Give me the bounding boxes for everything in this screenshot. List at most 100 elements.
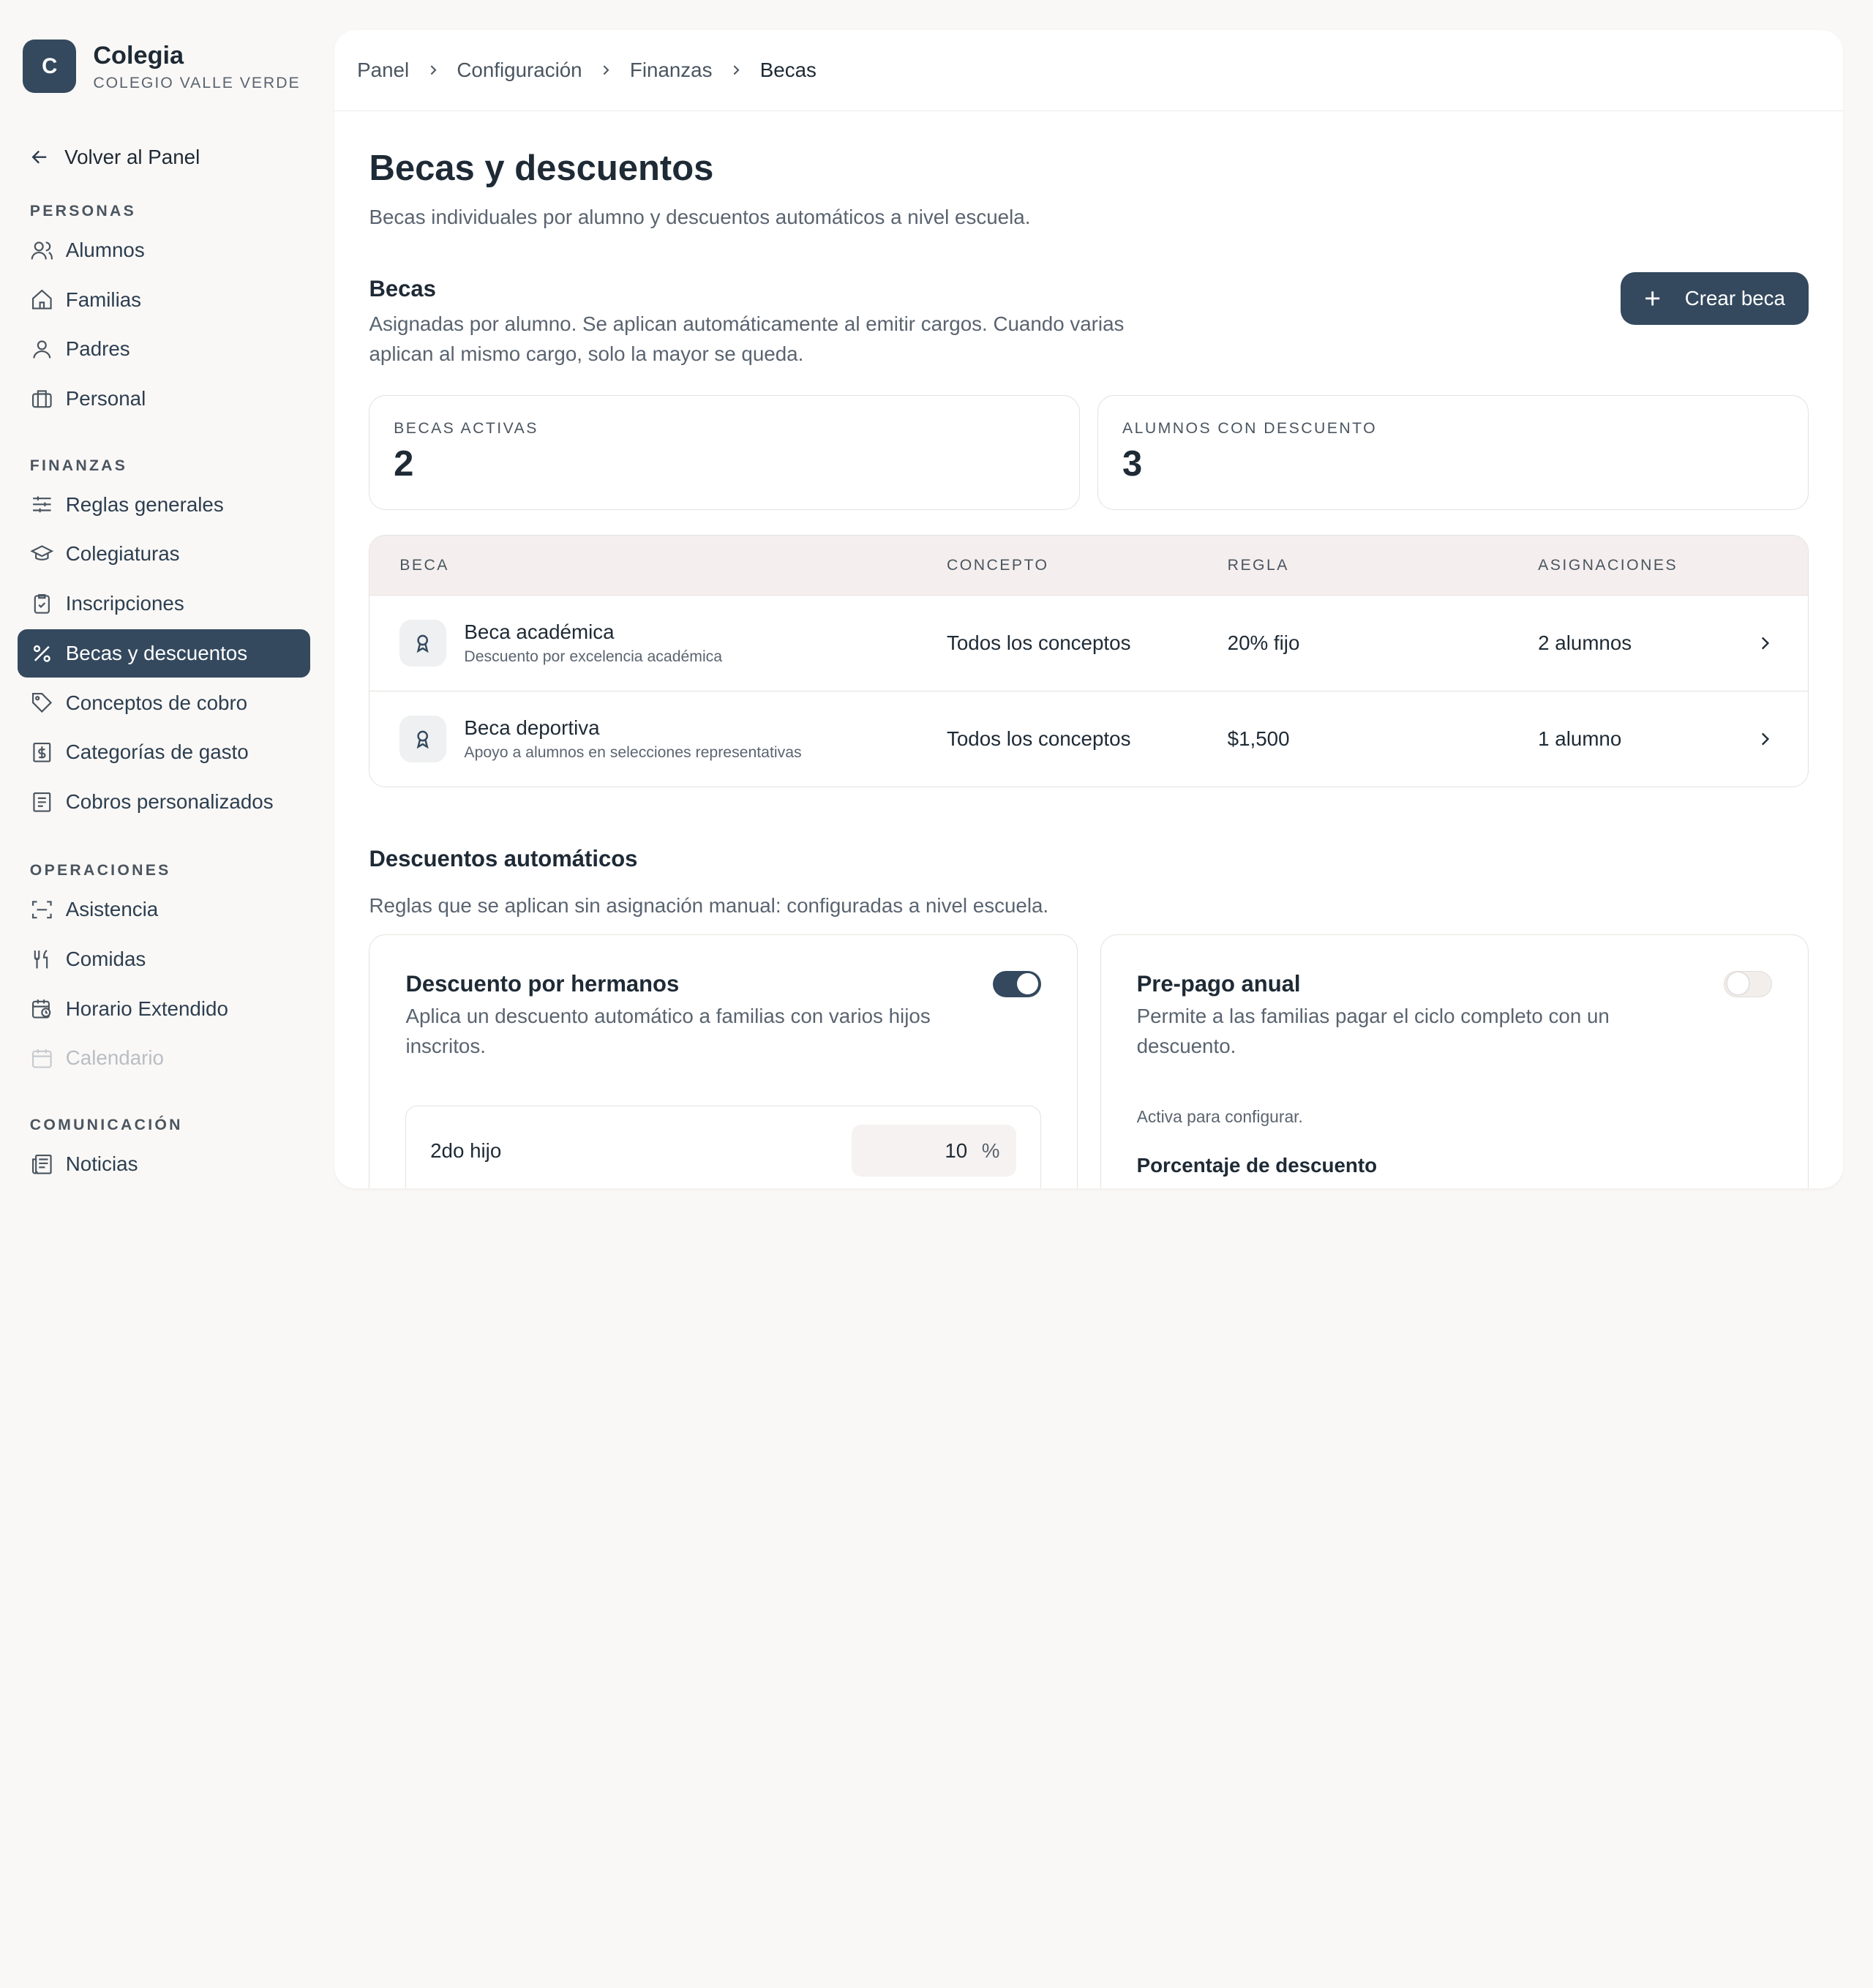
field-label: Porcentaje de descuento	[1136, 1154, 1378, 1177]
chevron-right-icon	[598, 63, 613, 78]
arrow-left-icon	[32, 151, 47, 164]
sidebar-item-cobros-personalizados[interactable]: Cobros personalizados	[18, 779, 310, 826]
discount-title: Pre-pago anual	[1136, 970, 1301, 997]
beca-name: Beca deportiva	[464, 716, 600, 739]
becas-title: Becas	[369, 276, 436, 302]
calendar-clock-icon	[31, 999, 51, 1019]
sidebar-item-asistencia[interactable]: Asistencia	[18, 886, 310, 934]
nav-heading: PERSONAS	[29, 203, 137, 220]
becas-header: Becas Asignadas por alumno. Se aplican a…	[369, 276, 1181, 369]
becas-table: BECA CONCEPTO REGLA ASIGNACIONES Beca ac…	[369, 535, 1809, 787]
sidebar: C Colegia COLEGIO VALLE VERDE Volver al …	[0, 0, 329, 1218]
plus-icon: +	[1644, 282, 1662, 315]
becas-description: Asignadas por alumno. Se aplican automát…	[369, 312, 1125, 365]
beca-description: Apoyo a alumnos en selecciones represent…	[464, 744, 802, 762]
chevron-right-icon	[426, 63, 440, 78]
stat-value: 3	[1122, 444, 1143, 484]
sidebar-item-label: Noticias	[65, 1152, 138, 1175]
stat-label: BECAS ACTIVAS	[394, 420, 538, 438]
sidebar-item-noticias[interactable]: Noticias	[18, 1140, 310, 1188]
sidebar-item-label: Becas y descuentos	[65, 641, 248, 664]
sidebar-item-label: Personal	[65, 387, 146, 410]
calendar-icon	[31, 1049, 52, 1068]
column-header: BECA	[399, 556, 449, 574]
sidebar-item-label: Familias	[65, 288, 142, 311]
nav-section-comunicacion: COMUNICACIÓN Noticias	[18, 1112, 310, 1188]
create-beca-button[interactable]: + Crear beca	[1621, 272, 1809, 326]
back-label: Volver al Panel	[64, 146, 200, 169]
chevron-right-icon[interactable]	[1755, 634, 1774, 653]
utensils-icon	[34, 949, 48, 969]
sidebar-item-label: Conceptos de cobro	[65, 691, 248, 714]
page-subtitle: Becas individuales por alumno y descuent…	[369, 205, 1031, 228]
sidebar-item-colegiaturas[interactable]: Colegiaturas	[18, 530, 310, 578]
nav-section-operaciones: OPERACIONES Asistencia Comidas Horario E…	[18, 858, 310, 1082]
table-row[interactable]: Beca deportiva Apoyo a alumnos en selecc…	[369, 691, 1807, 787]
brand: C Colegia COLEGIO VALLE VERDE	[23, 39, 301, 94]
table-row[interactable]: Beca académica Descuento por excelencia …	[369, 596, 1808, 691]
receipt-dollar-icon	[33, 743, 51, 762]
sidebar-item-personal[interactable]: Personal	[18, 375, 310, 423]
award-icon	[399, 716, 446, 762]
main-panel: Panel Configuración Finanzas Becas Becas…	[334, 29, 1844, 1189]
percent-unit: %	[981, 1139, 1000, 1162]
beca-regla: 20% fijo	[1227, 631, 1300, 654]
sidebar-item-reglas-generales[interactable]: Reglas generales	[18, 481, 310, 528]
hermanos-toggle[interactable]	[993, 970, 1041, 997]
sidebar-item-inscripciones[interactable]: Inscripciones	[18, 580, 310, 628]
tag-icon	[31, 693, 52, 713]
column-header: ASIGNACIONES	[1538, 556, 1678, 574]
sidebar-item-horario-extendido[interactable]: Horario Extendido	[18, 985, 310, 1032]
briefcase-icon	[31, 390, 52, 408]
sidebar-item-label: Alumnos	[65, 238, 145, 261]
sidebar-item-conceptos-cobro[interactable]: Conceptos de cobro	[18, 679, 310, 727]
nav-heading: FINANZAS	[29, 457, 128, 474]
breadcrumb-configuracion[interactable]: Configuración	[457, 59, 582, 82]
brand-logo: C	[23, 39, 77, 94]
percent-icon	[33, 645, 50, 662]
stat-card-alumnos-descuento: ALUMNOS CON DESCUENTO 3	[1097, 395, 1809, 511]
scan-icon	[31, 901, 52, 919]
table-header: BECA CONCEPTO REGLA ASIGNACIONES	[369, 536, 1808, 596]
sidebar-item-label: Calendario	[65, 1046, 164, 1070]
sidebar-item-label: Colegiaturas	[65, 542, 180, 566]
sidebar-item-categorias-gasto[interactable]: Categorías de gasto	[18, 729, 310, 776]
breadcrumb-becas: Becas	[759, 58, 817, 81]
sidebar-item-label: Categorías de gasto	[65, 740, 249, 764]
inactive-note: Activa para configurar.	[1136, 1106, 1303, 1126]
back-to-panel-link[interactable]: Volver al Panel	[29, 146, 200, 169]
beca-asignaciones: 1 alumno	[1538, 727, 1622, 750]
stat-card-becas-activas: BECAS ACTIVAS 2	[369, 395, 1080, 511]
newspaper-icon	[31, 1154, 52, 1174]
sidebar-item-calendario: Calendario	[18, 1035, 310, 1082]
sidebar-item-familias[interactable]: Familias	[18, 276, 310, 323]
breadcrumb-panel[interactable]: Panel	[357, 59, 409, 82]
sidebar-item-label: Comidas	[65, 947, 146, 970]
beca-description: Descuento por excelencia académica	[464, 648, 723, 666]
beca-asignaciones: 2 alumnos	[1538, 631, 1632, 654]
stat-label: ALUMNOS CON DESCUENTO	[1122, 420, 1378, 438]
sidebar-item-label: Asistencia	[65, 898, 159, 921]
sidebar-item-label: Cobros personalizados	[65, 790, 274, 814]
sidebar-item-label: Inscripciones	[65, 592, 184, 615]
document-list-icon	[33, 792, 51, 812]
users-icon	[31, 241, 53, 260]
percent-input[interactable]: 10 %	[852, 1124, 1017, 1177]
home-icon	[31, 290, 52, 310]
auto-discounts-description: Reglas que se aplican sin asignación man…	[369, 893, 1049, 917]
sidebar-item-alumnos[interactable]: Alumnos	[18, 226, 310, 274]
sidebar-item-comidas[interactable]: Comidas	[18, 935, 310, 983]
prepago-toggle[interactable]	[1724, 970, 1772, 997]
page-title: Becas y descuentos	[369, 148, 714, 188]
breadcrumb-finanzas[interactable]: Finanzas	[630, 59, 713, 82]
beca-concepto: Todos los conceptos	[947, 727, 1131, 750]
beca-concepto: Todos los conceptos	[947, 631, 1131, 654]
chevron-right-icon	[729, 63, 743, 78]
award-icon	[399, 619, 446, 667]
chevron-right-icon[interactable]	[1755, 729, 1774, 749]
column-header: CONCEPTO	[947, 556, 1049, 574]
sidebar-item-becas-descuentos[interactable]: Becas y descuentos	[18, 629, 311, 678]
clipboard-check-icon	[34, 593, 50, 614]
sibling-discount-box: 2do hijo 10 %	[405, 1106, 1041, 1189]
sidebar-item-padres[interactable]: Padres	[18, 326, 310, 373]
